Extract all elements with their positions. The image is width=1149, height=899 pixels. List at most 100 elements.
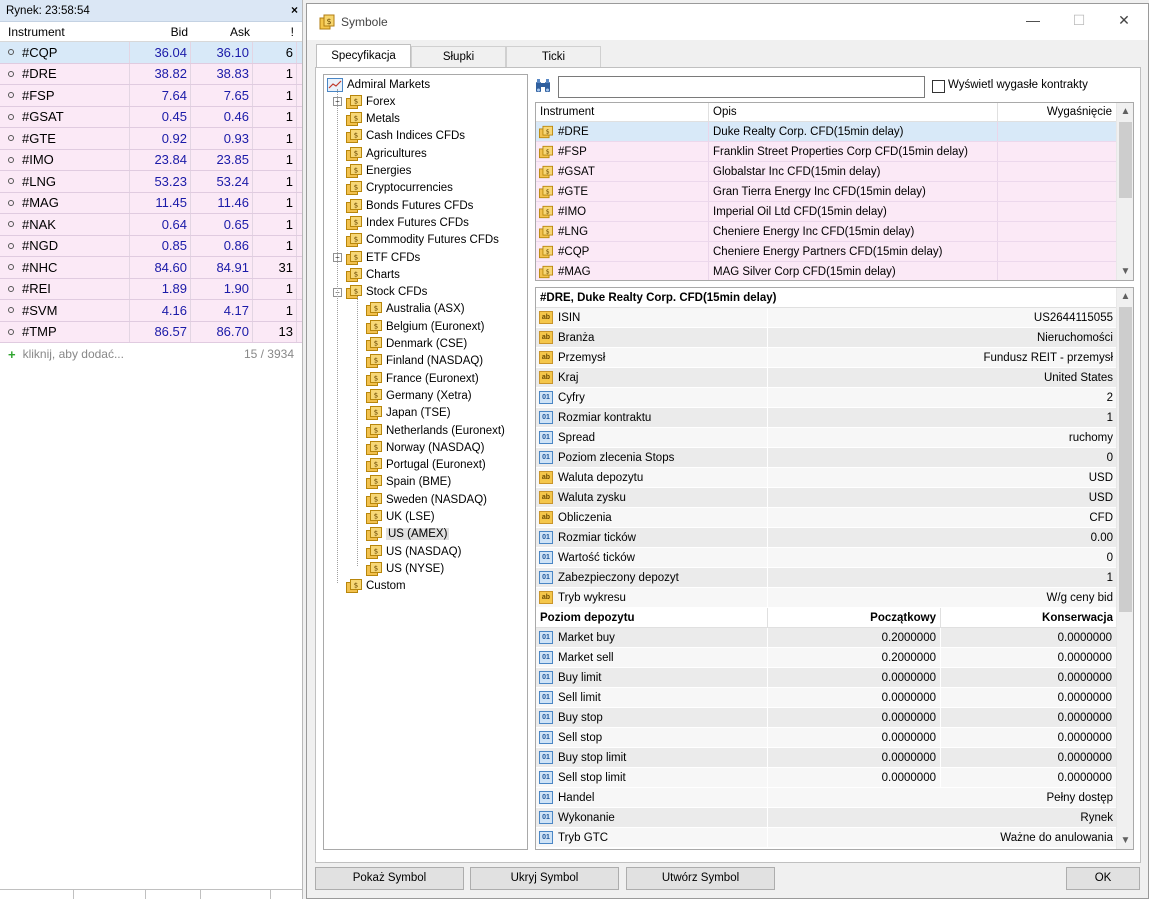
tree-stock-france-euronext-[interactable]: $ France (Euronext) — [366, 370, 479, 387]
tree-group-etf-cfds[interactable]: + $ ETF CFDs — [333, 249, 420, 266]
tab-specyfikacja[interactable]: Specyfikacja — [316, 44, 411, 68]
scroll-thumb[interactable] — [1119, 307, 1132, 612]
deposit-row: 01 Market sell 0.2000000 0.0000000 — [536, 648, 1133, 668]
market-watch-row[interactable]: #CQP 36.04 36.10 6 — [0, 42, 302, 64]
col-bid[interactable]: Bid — [130, 25, 191, 39]
col-expiration[interactable]: Wygaśnięcie — [998, 103, 1117, 121]
create-symbol-button[interactable]: Utwórz Symbol — [626, 867, 775, 890]
bottom-tab[interactable] — [74, 890, 146, 899]
ok-button[interactable]: OK — [1066, 867, 1140, 890]
col-instrument[interactable]: Instrument — [536, 103, 709, 121]
bid-cell: 0.92 — [130, 128, 191, 149]
bottom-tab[interactable] — [201, 890, 271, 899]
tab-ticki[interactable]: Ticki — [506, 46, 601, 68]
tree-stock-japan-tse-[interactable]: $ Japan (TSE) — [366, 405, 451, 422]
col-instrument[interactable]: Instrument — [0, 25, 130, 39]
minimize-button[interactable]: — — [1023, 12, 1043, 28]
symbol-list-row[interactable]: $ #GSAT Globalstar Inc CFD(15min delay) — [536, 162, 1133, 182]
tree-group-agricultures[interactable]: $ Agricultures — [346, 145, 427, 162]
symbol-tree[interactable]: Admiral Markets + $ Forex $ Metals $ Cash Indic… — [323, 74, 528, 850]
col-description[interactable]: Opis — [709, 103, 998, 121]
tree-root-admiral-markets[interactable]: Admiral Markets — [327, 76, 430, 93]
status-dot-icon — [8, 156, 14, 163]
market-watch-row[interactable]: #DRE 38.82 38.83 1 — [0, 63, 302, 85]
maximize-button[interactable]: ☐ — [1069, 12, 1089, 29]
tree-group-index-futures-cfds[interactable]: $ Index Futures CFDs — [346, 214, 469, 231]
market-watch-row[interactable]: #IMO 23.84 23.85 1 — [0, 149, 302, 171]
extra-cell: 1 — [253, 192, 297, 213]
scroll-up-icon[interactable]: ▲ — [1117, 103, 1133, 120]
tree-stock-netherlands-euronext-[interactable]: $ Netherlands (Euronext) — [366, 422, 505, 439]
tree-group-commodity-futures-cfds[interactable]: $ Commodity Futures CFDs — [346, 232, 499, 249]
scroll-down-icon[interactable]: ▼ — [1117, 832, 1133, 849]
market-watch-row[interactable]: #REI 1.89 1.90 1 — [0, 278, 302, 300]
scroll-thumb[interactable] — [1119, 122, 1132, 198]
tab-slupki[interactable]: Słupki — [411, 46, 506, 68]
tree-stock-belgium-euronext-[interactable]: $ Belgium (Euronext) — [366, 318, 484, 335]
tree-stock-sweden-nasdaq-[interactable]: $ Sweden (NASDAQ) — [366, 491, 487, 508]
col-ask[interactable]: Ask — [191, 25, 253, 39]
symbol-list-row[interactable]: $ #DRE Duke Realty Corp. CFD(15min delay) — [536, 122, 1133, 142]
tree-group-metals[interactable]: $ Metals — [346, 111, 400, 128]
deposit-initial: 0.0000000 — [768, 708, 941, 728]
hide-symbol-button[interactable]: Ukryj Symbol — [470, 867, 619, 890]
folder-icon: $ — [366, 440, 382, 455]
tree-stock-norway-nasdaq-[interactable]: $ Norway (NASDAQ) — [366, 439, 484, 456]
tree-stock-finland-nasdaq-[interactable]: $ Finland (NASDAQ) — [366, 353, 483, 370]
market-watch-row[interactable]: #NAK 0.64 0.65 1 — [0, 214, 302, 236]
market-watch-row[interactable]: #GTE 0.92 0.93 1 — [0, 128, 302, 150]
market-watch-row[interactable]: #NGD 0.85 0.86 1 — [0, 235, 302, 257]
tree-group-charts[interactable]: $ Charts — [346, 266, 400, 283]
symbol-list-row[interactable]: $ #LNG Cheniere Energy Inc CFD(15min delay… — [536, 222, 1133, 242]
folder-icon: $ — [366, 475, 382, 490]
market-watch-row[interactable]: #SVM 4.16 4.17 1 — [0, 300, 302, 322]
tree-group-energies[interactable]: $ Energies — [346, 163, 411, 180]
property-label: Spread — [558, 431, 596, 444]
market-watch-row[interactable]: #NHC 84.60 84.91 31 — [0, 257, 302, 279]
svg-text:$: $ — [354, 149, 358, 157]
deposit-row: 01 Buy stop limit 0.0000000 0.0000000 — [536, 748, 1133, 768]
close-icon[interactable]: × — [291, 3, 298, 17]
tree-stock-us-nyse-[interactable]: $ US (NYSE) — [366, 560, 444, 577]
tree-stock-denmark-cse-[interactable]: $ Denmark (CSE) — [366, 336, 467, 353]
symbol-list-row[interactable]: $ #MAG MAG Silver Corp CFD(15min delay) — [536, 262, 1133, 280]
bottom-tab[interactable] — [0, 890, 74, 899]
symbol-list-scrollbar[interactable]: ▲ ▼ — [1116, 103, 1133, 280]
tree-stock-us-nasdaq-[interactable]: $ US (NASDAQ) — [366, 543, 461, 560]
tree-stock-portugal-euronext-[interactable]: $ Portugal (Euronext) — [366, 457, 486, 474]
properties-scrollbar[interactable]: ▲ ▼ — [1116, 288, 1133, 849]
tree-custom[interactable]: $ Custom — [346, 578, 406, 595]
tree-group-cryptocurrencies[interactable]: $ Cryptocurrencies — [346, 180, 453, 197]
numeric-field-icon: 01 — [539, 531, 553, 544]
market-watch-row[interactable]: #LNG 53.23 53.24 1 — [0, 171, 302, 193]
text-field-icon: ab — [539, 471, 553, 484]
symbol-list-row[interactable]: $ #GTE Gran Tierra Energy Inc CFD(15min de… — [536, 182, 1133, 202]
show-expired-checkbox[interactable] — [932, 80, 945, 93]
col-extra[interactable]: ! — [253, 25, 297, 39]
add-symbol-row[interactable]: + kliknij, aby dodać... 15 / 3934 — [0, 343, 302, 365]
tree-stock-uk-lse-[interactable]: $ UK (LSE) — [366, 509, 435, 526]
tree-group-cash-indices-cfds[interactable]: $ Cash Indices CFDs — [346, 128, 465, 145]
scroll-down-icon[interactable]: ▼ — [1117, 263, 1133, 280]
tree-group-bonds-futures-cfds[interactable]: $ Bonds Futures CFDs — [346, 197, 473, 214]
bottom-tab[interactable] — [146, 890, 201, 899]
symbol-list-row[interactable]: $ #IMO Imperial Oil Ltd CFD(15min delay) — [536, 202, 1133, 222]
search-input[interactable] — [558, 76, 925, 98]
scroll-up-icon[interactable]: ▲ — [1117, 288, 1133, 305]
show-symbol-button[interactable]: Pokaż Symbol — [315, 867, 464, 890]
market-watch-row[interactable]: #MAG 11.45 11.46 1 — [0, 192, 302, 214]
tree-stock-australia-asx-[interactable]: $ Australia (ASX) — [366, 301, 465, 318]
tree-group-forex[interactable]: + $ Forex — [333, 93, 395, 110]
tree-group-stock-cfds[interactable]: − $ Stock CFDs — [333, 284, 427, 301]
market-watch-row[interactable]: #TMP 86.57 86.70 13 — [0, 321, 302, 343]
market-watch-row[interactable]: #GSAT 0.45 0.46 1 — [0, 106, 302, 128]
binoculars-icon[interactable] — [534, 77, 552, 95]
market-watch-row[interactable]: #FSP 7.64 7.65 1 — [0, 85, 302, 107]
symbol-list-row[interactable]: $ #CQP Cheniere Energy Partners CFD(15min … — [536, 242, 1133, 262]
instrument-symbol: #REI — [22, 281, 51, 297]
close-window-button[interactable]: ✕ — [1114, 12, 1134, 29]
symbol-list-row[interactable]: $ #FSP Franklin Street Properties Corp CFD… — [536, 142, 1133, 162]
tree-stock-germany-xetra-[interactable]: $ Germany (Xetra) — [366, 387, 472, 404]
tree-stock-us-amex-[interactable]: $ US (AMEX) — [366, 526, 450, 543]
tree-stock-spain-bme-[interactable]: $ Spain (BME) — [366, 474, 451, 491]
